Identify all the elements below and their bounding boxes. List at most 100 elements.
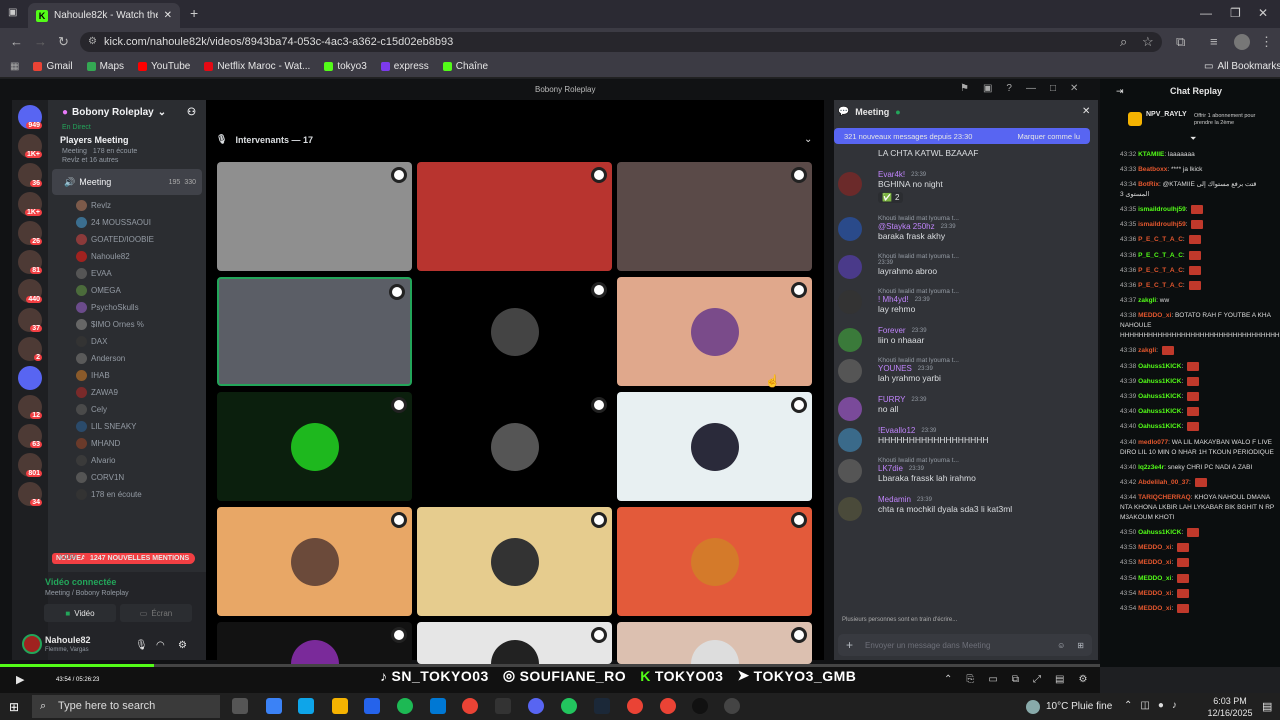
message-input[interactable]: + Envoyer un message dans Meeting ☺ ⊞ <box>838 634 1092 656</box>
camera-tile[interactable] <box>617 162 812 271</box>
message-username[interactable]: P_E_C_T_A_C <box>1138 252 1183 259</box>
windows-start-icon[interactable]: ⊞ <box>9 700 19 714</box>
participant-tile[interactable] <box>417 277 612 386</box>
chevron-up-icon[interactable]: ⌃ <box>944 674 952 685</box>
message-username[interactable]: Oahuss1KICK <box>1138 529 1181 536</box>
close-chat-icon[interactable]: ✕ <box>1082 106 1090 117</box>
mentions-badge[interactable]: 1247 NOUVELLES MENTIONS <box>84 553 196 564</box>
message-username[interactable]: Oahuss1KICK <box>1138 393 1181 400</box>
restore-icon[interactable]: ❐ <box>1230 6 1241 20</box>
message-avatar[interactable] <box>838 172 862 196</box>
voice-member[interactable]: Nahoule82 <box>48 248 206 265</box>
network-icon[interactable]: ◫ <box>1140 700 1149 711</box>
voice-member[interactable]: Alvario <box>48 452 206 469</box>
server-icon[interactable]: 81 <box>18 250 42 274</box>
more-options-icon[interactable] <box>591 282 607 298</box>
forward-icon[interactable]: → <box>34 34 47 49</box>
camera-tile[interactable] <box>217 277 412 386</box>
app-icon[interactable] <box>495 698 511 714</box>
server-icon[interactable]: 36 <box>18 163 42 187</box>
menu-icon[interactable]: ⋮ <box>1260 34 1273 50</box>
more-options-icon[interactable] <box>591 167 607 183</box>
file-explorer-icon[interactable] <box>332 698 348 714</box>
participant-tile[interactable] <box>617 392 812 501</box>
voice-member[interactable]: CORV1N <box>48 469 206 486</box>
server-icon[interactable]: 37 <box>18 308 42 332</box>
help-icon[interactable]: ? <box>1006 83 1012 94</box>
voice-member[interactable]: Cely <box>48 401 206 418</box>
message-username[interactable]: Oahuss1KICK <box>1138 363 1181 370</box>
message-avatar[interactable] <box>838 397 862 421</box>
chevron-down-icon[interactable]: ⌄ <box>158 107 166 118</box>
store-icon[interactable] <box>364 698 380 714</box>
close-tab-icon[interactable]: ✕ <box>164 10 172 21</box>
server-icon[interactable]: 440 <box>18 279 42 303</box>
bookmark-express[interactable]: express <box>380 61 429 72</box>
server-icon[interactable]: 949 <box>18 105 42 129</box>
more-options-icon[interactable] <box>791 397 807 413</box>
clock-date[interactable]: 12/16/2025 <box>1202 708 1258 718</box>
message-avatar[interactable] <box>838 459 862 483</box>
server-icon[interactable]: 26 <box>18 221 42 245</box>
steam-icon[interactable] <box>594 698 610 714</box>
bookmark-tokyo3[interactable]: tokyo3 <box>324 61 367 72</box>
tray-chevron-icon[interactable]: ⌃ <box>1124 700 1132 711</box>
minimize-icon[interactable]: — <box>1200 6 1212 20</box>
reply-preview[interactable]: Khouti lwalid mat lyouma t... <box>878 253 1090 260</box>
message-username[interactable]: lq2z3e4r <box>1138 464 1164 471</box>
new-tab-button[interactable]: + <box>190 5 198 21</box>
more-options-icon[interactable] <box>391 512 407 528</box>
user-avatar[interactable] <box>22 634 42 654</box>
message-avatar[interactable] <box>838 497 862 521</box>
message-username[interactable]: Oahuss1KICK <box>1138 424 1181 431</box>
new-messages-bar[interactable]: 321 nouveaux messages depuis 23:30 Marqu… <box>834 128 1090 144</box>
chrome-icon[interactable] <box>462 698 478 714</box>
emoji-icon[interactable]: ☺ <box>1057 641 1065 650</box>
participant-tile[interactable] <box>217 622 412 664</box>
participant-tile[interactable] <box>417 392 612 501</box>
participant-tile[interactable] <box>617 277 812 386</box>
voice-member[interactable]: ZAWA9 <box>48 384 206 401</box>
participant-tile[interactable] <box>217 507 412 616</box>
app-icon-2[interactable] <box>724 698 740 714</box>
profile-avatar[interactable] <box>1234 34 1250 50</box>
message-avatar[interactable] <box>838 359 862 383</box>
bookmark-netflix[interactable]: Netflix Maroc - Wat... <box>204 61 310 72</box>
message-username[interactable]: BotRix <box>1138 181 1159 188</box>
more-options-icon[interactable] <box>791 512 807 528</box>
voice-member[interactable]: PsychoSkulls <box>48 299 206 316</box>
settings-gear-icon[interactable]: ⚙ <box>178 640 187 651</box>
camera-tile[interactable] <box>417 162 612 271</box>
voice-member[interactable]: 24 MOUSSAOUI <box>48 214 206 231</box>
message-username[interactable]: MEDDO_xi <box>1138 312 1171 319</box>
notifications-icon[interactable]: ▤ <box>1262 700 1272 713</box>
message-username[interactable]: medlo077 <box>1138 439 1168 446</box>
video-button[interactable]: ■ Vidéo <box>44 604 116 622</box>
all-bookmarks[interactable]: ▭ All Bookmarks <box>1204 61 1280 72</box>
settings-icon[interactable]: ⚙ <box>1078 674 1087 685</box>
more-options-icon[interactable] <box>791 167 807 183</box>
more-options-icon[interactable] <box>791 627 807 643</box>
voice-member[interactable]: $IMO Ornes % <box>48 316 206 333</box>
tab-list-icon[interactable]: ▣ <box>8 7 17 18</box>
message-author[interactable]: !Evaallo12 <box>878 426 915 435</box>
message-username[interactable]: MEDDO_xi <box>1138 605 1171 612</box>
message-author[interactable]: Medamin <box>878 495 911 504</box>
server-icon[interactable] <box>18 366 42 390</box>
bookmark-gmail[interactable]: Gmail <box>33 61 73 72</box>
message-username[interactable]: zakgli <box>1138 297 1156 304</box>
voice-member[interactable]: GOATED/IOOBIE <box>48 231 206 248</box>
server-icon[interactable]: 801 <box>18 453 42 477</box>
voice-member[interactable]: LIL SNEAKY <box>48 418 206 435</box>
reply-preview[interactable]: Khouti lwalid mat lyouma t... <box>878 288 1090 295</box>
message-username[interactable]: P_E_C_T_A_C <box>1138 282 1183 289</box>
message-avatar[interactable] <box>838 217 862 241</box>
scroll-down-icon[interactable]: ⏷ <box>1190 134 1196 144</box>
message-username[interactable]: TARIQCHERRAQ <box>1138 494 1191 501</box>
message-username[interactable]: MEDDO_xi <box>1138 575 1171 582</box>
message-author[interactable]: @Stayka 250hz <box>878 222 935 231</box>
bookmark-maps[interactable]: Maps <box>86 61 124 72</box>
browser-tab[interactable]: K Nahoule82k - Watch the VOD o ✕ <box>28 3 180 28</box>
message-avatar[interactable] <box>838 428 862 452</box>
close-window-icon[interactable]: ✕ <box>1258 6 1268 20</box>
